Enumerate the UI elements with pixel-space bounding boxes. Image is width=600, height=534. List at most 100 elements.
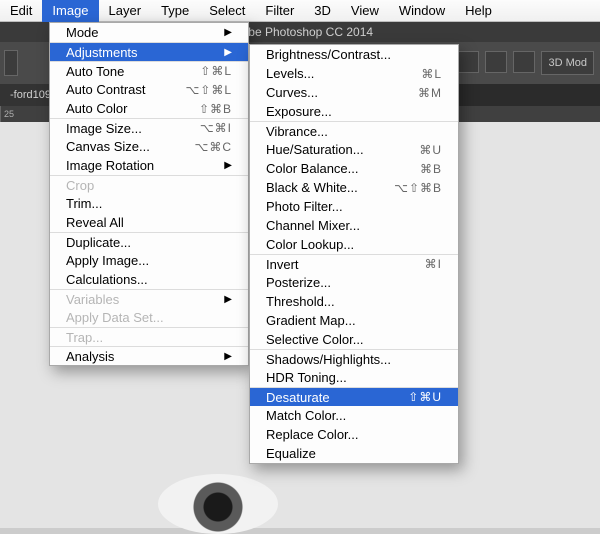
toolbar-icon[interactable] [513, 51, 535, 73]
menu-item-label: Adjustments [66, 45, 224, 60]
menu-item-label: Analysis [66, 349, 224, 364]
menu-item[interactable]: Gradient Map... [250, 311, 458, 330]
toolbar-icon[interactable] [457, 51, 479, 73]
menu-item[interactable]: Shadows/Highlights... [250, 349, 458, 368]
canvas-image-eye [158, 474, 278, 534]
menu-item[interactable]: Posterize... [250, 273, 458, 292]
menu-item[interactable]: Calculations... [50, 270, 248, 289]
menu-item[interactable]: Reveal All [50, 213, 248, 232]
menu-item[interactable]: Vibrance... [250, 121, 458, 140]
menu-item[interactable]: Color Lookup... [250, 235, 458, 254]
menu-type[interactable]: Type [151, 0, 199, 22]
menu-item-label: Crop [66, 178, 232, 193]
menu-item-label: Variables [66, 292, 224, 307]
menu-item[interactable]: Auto Color⇧⌘B [50, 99, 248, 118]
menu-help[interactable]: Help [455, 0, 502, 22]
menu-item-label: Channel Mixer... [266, 218, 442, 233]
menu-item-label: Image Rotation [66, 158, 224, 173]
menu-item[interactable]: Curves...⌘M [250, 83, 458, 102]
menu-item[interactable]: Canvas Size...⌥⌘C [50, 137, 248, 156]
menu-item-shortcut: ⌥⌘C [195, 140, 233, 154]
menu-item-shortcut: ⇧⌘B [199, 102, 232, 116]
menu-item: Trap... [50, 327, 248, 346]
menu-item-label: Auto Contrast [66, 82, 185, 97]
menu-item[interactable]: Image Size...⌥⌘I [50, 118, 248, 137]
menu-item-label: Levels... [266, 66, 421, 81]
menu-item[interactable]: Desaturate⇧⌘U [250, 387, 458, 406]
menu-item-label: Apply Image... [66, 253, 232, 268]
menu-item-shortcut: ⌘M [418, 86, 442, 100]
menu-item: Crop [50, 175, 248, 194]
menu-item[interactable]: Brightness/Contrast... [250, 45, 458, 64]
chevron-right-icon: ▶ [224, 27, 232, 38]
menu-item[interactable]: Apply Image... [50, 251, 248, 270]
menu-item-label: Threshold... [266, 294, 442, 309]
menu-item-label: Gradient Map... [266, 313, 442, 328]
menu-item[interactable]: Levels...⌘L [250, 64, 458, 83]
menu-window[interactable]: Window [389, 0, 455, 22]
menu-select[interactable]: Select [199, 0, 255, 22]
menu-item-label: Hue/Saturation... [266, 142, 419, 157]
menu-item[interactable]: Selective Color... [250, 330, 458, 349]
menu-item-label: Equalize [266, 446, 442, 461]
menu-item[interactable]: Threshold... [250, 292, 458, 311]
toolbar-icon[interactable] [485, 51, 507, 73]
chevron-right-icon: ▶ [224, 351, 232, 362]
menu-item[interactable]: Auto Contrast⌥⇧⌘L [50, 80, 248, 99]
chevron-right-icon: ▶ [224, 47, 232, 58]
menu-edit[interactable]: Edit [0, 0, 42, 22]
menu-item-label: Trap... [66, 330, 232, 345]
menu-item[interactable]: HDR Toning... [250, 368, 458, 387]
menu-item-label: Invert [266, 257, 425, 272]
menu-item-label: Curves... [266, 85, 418, 100]
menu-item[interactable]: Exposure... [250, 102, 458, 121]
menu-item[interactable]: Mode▶ [50, 23, 248, 42]
menu-item-label: Calculations... [66, 272, 232, 287]
tool-swatch[interactable] [4, 50, 18, 76]
menu-image[interactable]: Image [42, 0, 98, 22]
mode-3d-button[interactable]: 3D Mod [541, 51, 594, 75]
menu-item-label: Vibrance... [266, 124, 442, 139]
menu-item-shortcut: ⌘I [425, 257, 442, 271]
chevron-right-icon: ▶ [224, 160, 232, 171]
menu-item-label: Auto Color [66, 101, 199, 116]
menu-item[interactable]: Match Color... [250, 406, 458, 425]
menu-item[interactable]: Duplicate... [50, 232, 248, 251]
menu-item-label: Color Balance... [266, 161, 420, 176]
menu-item-label: Canvas Size... [66, 139, 195, 154]
menu-item-shortcut: ⇧⌘L [200, 64, 232, 78]
menu-item-label: Trim... [66, 196, 232, 211]
menu-item[interactable]: Trim... [50, 194, 248, 213]
menu-item-shortcut: ⌥⌘I [200, 121, 232, 135]
menu-item-label: Desaturate [266, 390, 408, 405]
menu-view[interactable]: View [341, 0, 389, 22]
menu-item[interactable]: Replace Color... [250, 425, 458, 444]
menu-3d[interactable]: 3D [304, 0, 341, 22]
menu-item[interactable]: Auto Tone⇧⌘L [50, 61, 248, 80]
menu-item[interactable]: Adjustments▶ [50, 42, 248, 61]
menu-image: Mode▶Adjustments▶Auto Tone⇧⌘LAuto Contra… [49, 22, 249, 366]
menu-item-shortcut: ⇧⌘U [408, 390, 442, 404]
menu-item-label: Auto Tone [66, 64, 200, 79]
menu-item-label: Posterize... [266, 275, 442, 290]
menu-item-label: Selective Color... [266, 332, 442, 347]
menu-item[interactable]: Invert⌘I [250, 254, 458, 273]
menu-item-label: Color Lookup... [266, 237, 442, 252]
menu-item[interactable]: Color Balance...⌘B [250, 159, 458, 178]
menu-item[interactable]: Equalize [250, 444, 458, 463]
menu-layer[interactable]: Layer [99, 0, 152, 22]
menu-item[interactable]: Analysis▶ [50, 346, 248, 365]
menu-item[interactable]: Hue/Saturation...⌘U [250, 140, 458, 159]
menu-item[interactable]: Channel Mixer... [250, 216, 458, 235]
menu-item[interactable]: Photo Filter... [250, 197, 458, 216]
menu-item-label: Brightness/Contrast... [266, 47, 442, 62]
menu-filter[interactable]: Filter [255, 0, 304, 22]
menu-item-label: Exposure... [266, 104, 442, 119]
menu-item-label: Shadows/Highlights... [266, 352, 442, 367]
menu-item[interactable]: Image Rotation▶ [50, 156, 248, 175]
menu-item[interactable]: Black & White...⌥⇧⌘B [250, 178, 458, 197]
menubar: EditImageLayerTypeSelectFilter3DViewWind… [0, 0, 600, 22]
menu-item-shortcut: ⌘U [419, 143, 442, 157]
menu-item-shortcut: ⌥⇧⌘B [394, 181, 442, 195]
menu-item-label: Black & White... [266, 180, 394, 195]
